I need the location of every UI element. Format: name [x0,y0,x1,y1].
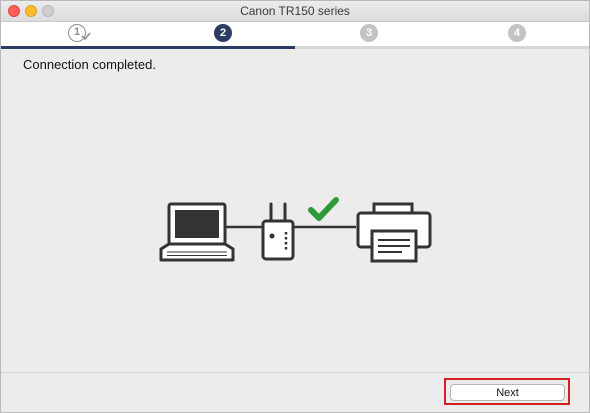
title-bar: Canon TR150 series [1,1,589,22]
footer-divider [1,372,589,373]
connection-illustration [159,197,432,263]
step-2-badge: 2 [214,24,232,42]
laptop-icon [159,202,235,262]
checkmark-icon [308,197,339,221]
installer-window: Canon TR150 series 1 2 3 4 Connection co… [0,0,590,413]
router-icon [261,202,295,261]
step-4-badge: 4 [508,24,526,42]
step-completed-check-icon [81,32,91,41]
printer-icon [356,202,432,263]
window-title: Canon TR150 series [240,4,350,18]
step-progress-fill [1,46,295,49]
step-3-badge: 3 [360,24,378,42]
status-message: Connection completed. [23,57,156,72]
next-button[interactable]: Next [450,384,565,401]
